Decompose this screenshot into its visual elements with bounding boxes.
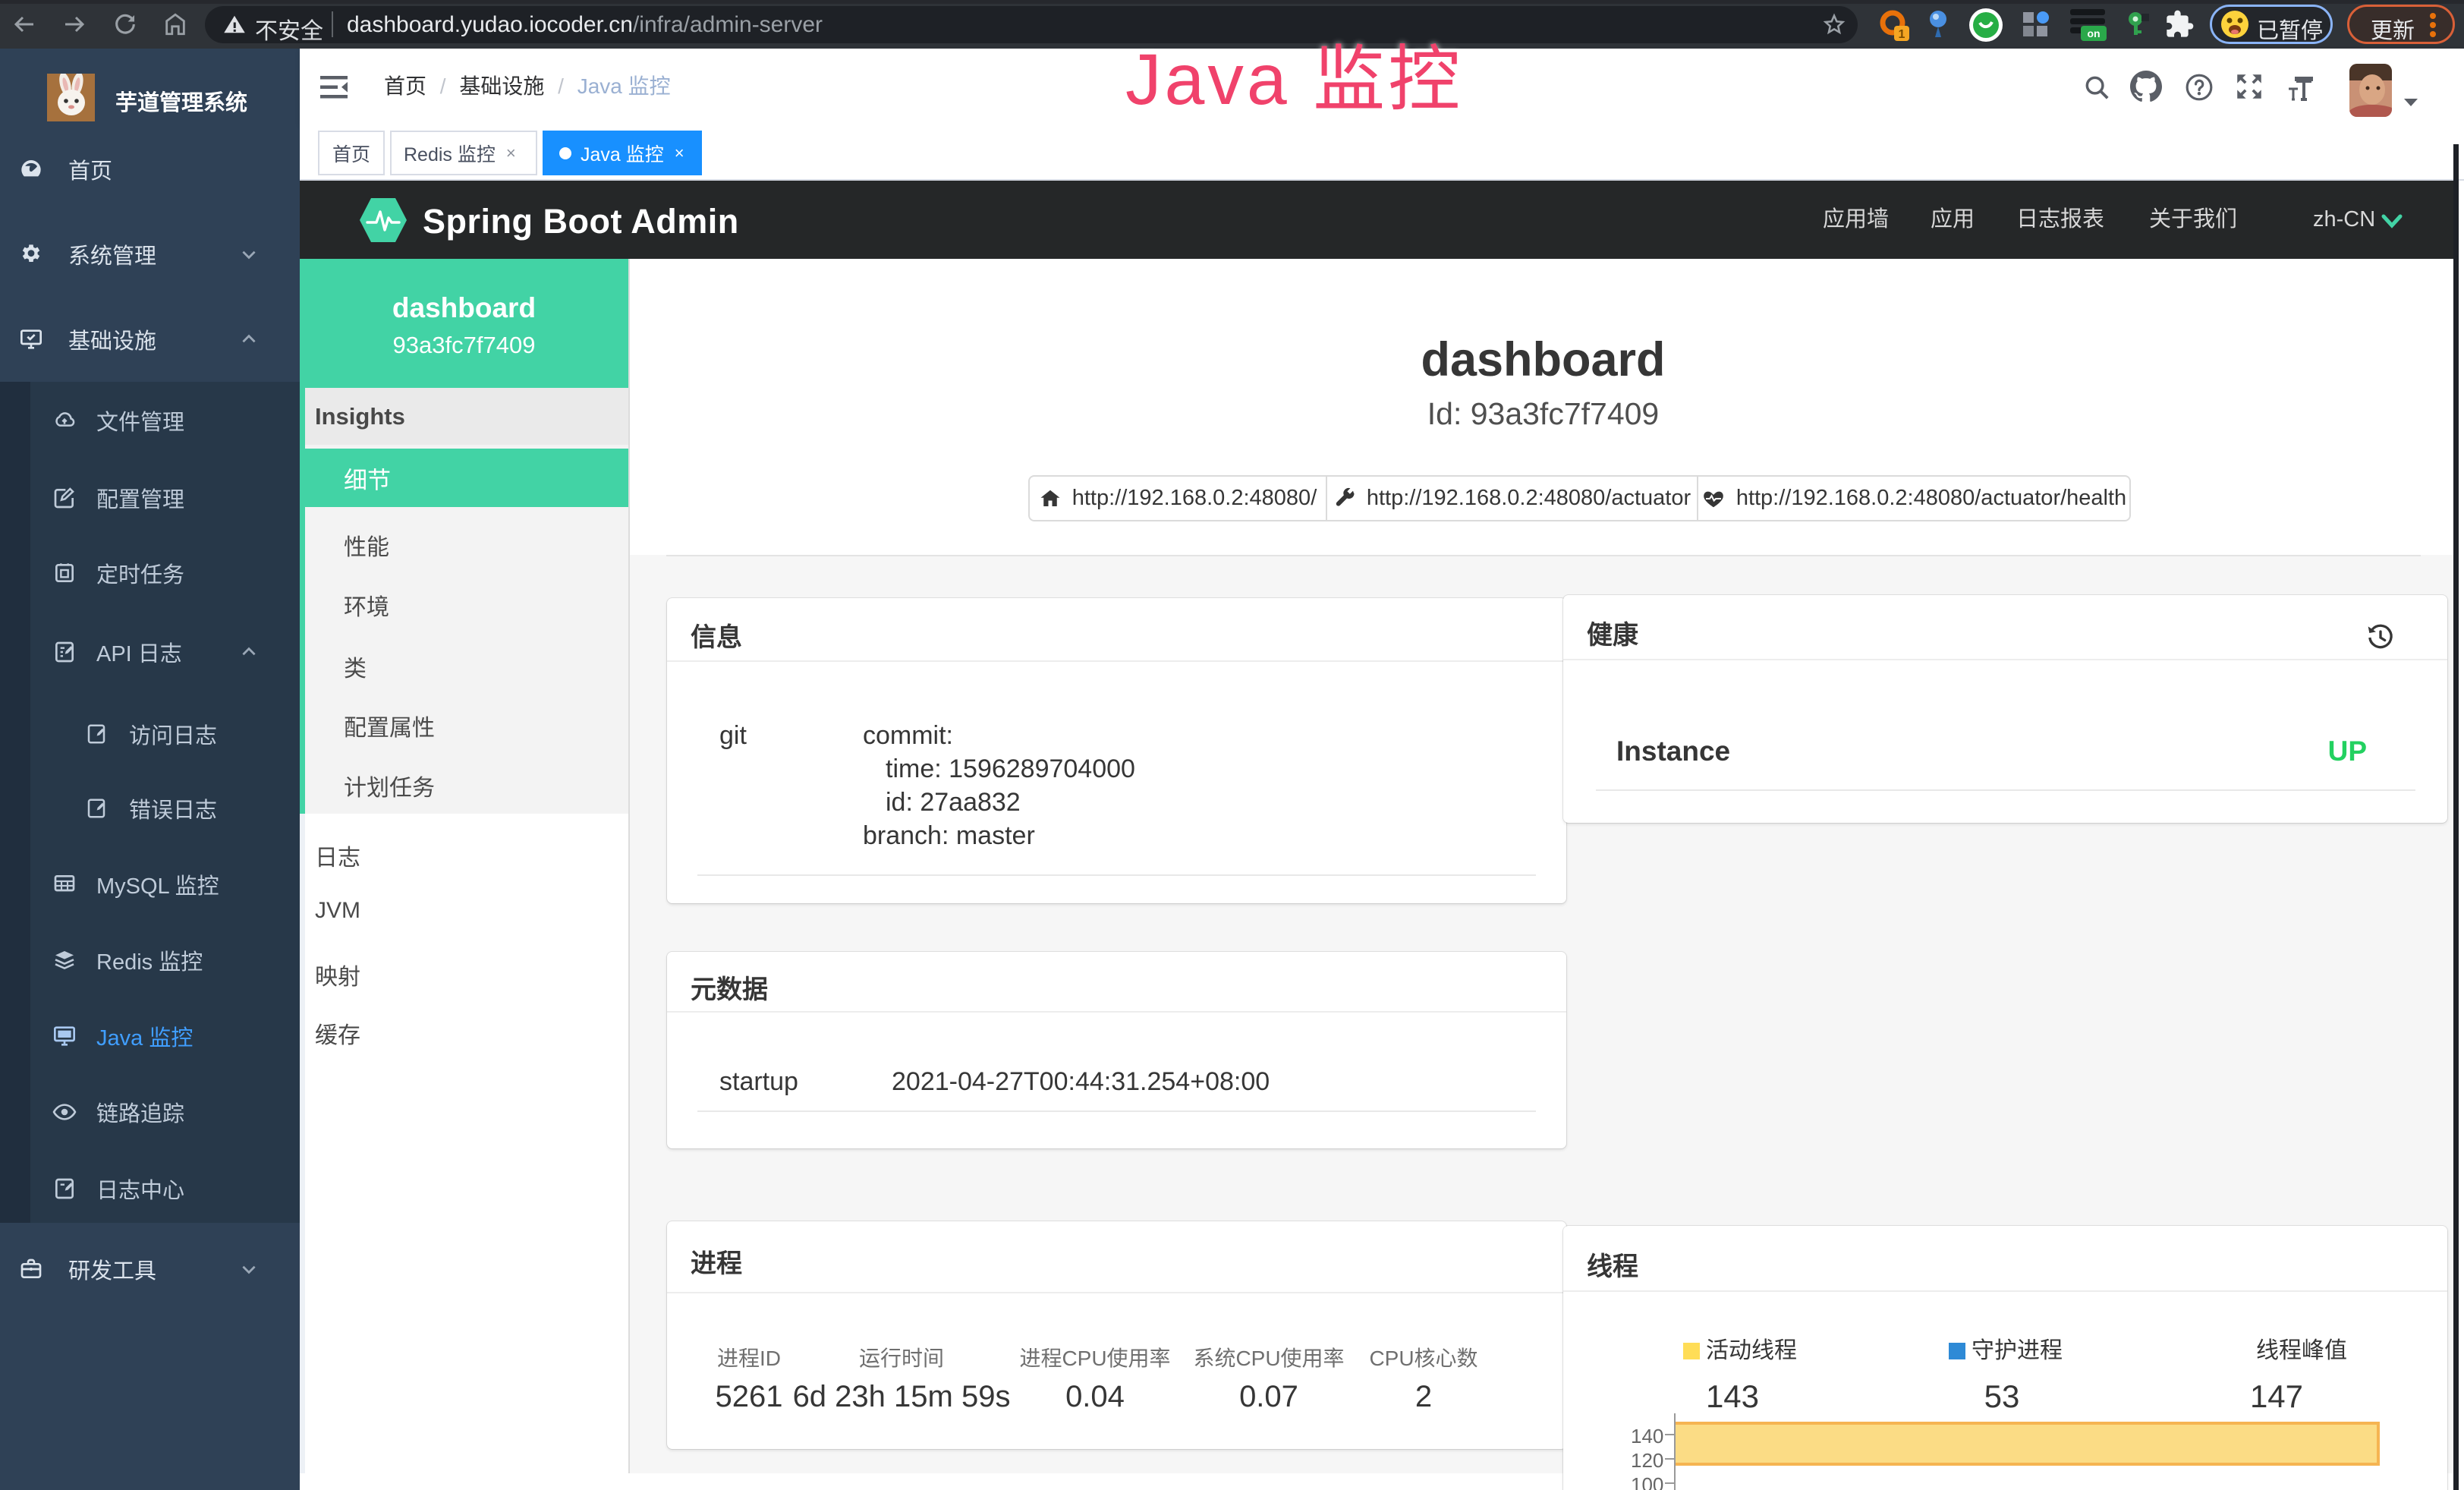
svg-text:on: on — [2087, 27, 2100, 39]
svg-text:1: 1 — [1899, 28, 1905, 41]
